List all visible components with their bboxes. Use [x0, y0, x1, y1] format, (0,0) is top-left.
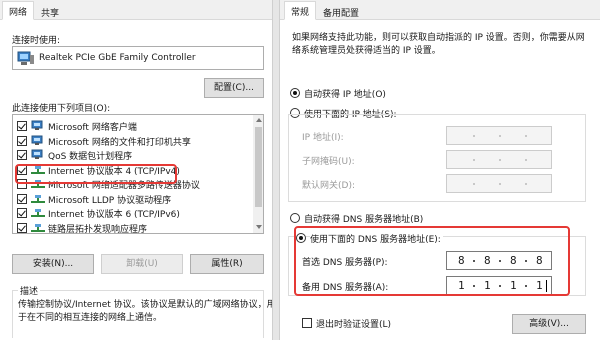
properties-button[interactable]: 属性(R)	[190, 254, 264, 274]
item-checkbox[interactable]	[17, 193, 27, 204]
left-tabstrip: 网络 共享	[0, 0, 272, 20]
ip-address-field	[446, 126, 552, 145]
item-label: Microsoft LLDP 协议驱动程序	[48, 195, 172, 206]
auto-dns-label[interactable]: 自动获得 DNS 服务器地址(B)	[304, 212, 423, 225]
item-label: 链路层拓扑发现响应程序	[48, 224, 148, 234]
file-printer-sharing-icon	[31, 135, 43, 145]
network-client-icon	[31, 120, 43, 130]
validate-on-exit-checkbox[interactable]	[302, 318, 312, 328]
scroll-up-arrow[interactable]	[256, 118, 262, 122]
intro-line-1: 如果网络支持此功能，则可以获取自动指派的 IP 设置。否则，你需要从网	[292, 33, 585, 43]
dns-highlight	[294, 226, 570, 296]
list-scrollbar[interactable]	[253, 115, 263, 233]
dialog-divider	[272, 0, 280, 340]
protocol-icon	[31, 209, 45, 217]
advanced-button[interactable]: 高级(V)...	[512, 314, 586, 334]
item-checkbox[interactable]	[17, 222, 27, 233]
subnet-mask-label: 子网掩码(U):	[302, 157, 355, 167]
tab-alternate-config[interactable]: 备用配置	[316, 2, 366, 20]
list-item[interactable]: 链路层拓扑发现响应程序	[13, 221, 251, 234]
adapter-properties-panel: 网络 共享 连接时使用: Realtek PCIe GbE Family Con…	[0, 0, 276, 340]
right-tabstrip: 常规 备用配置	[280, 0, 600, 20]
description-line-1: 传输控制协议/Internet 协议。该协议是默认的广域网络协议，用	[18, 300, 276, 310]
item-label: QoS 数据包计划程序	[48, 152, 133, 162]
ipv4-highlight	[15, 164, 177, 184]
qos-scheduler-icon	[31, 149, 43, 159]
connect-using-label: 连接时使用:	[12, 36, 61, 46]
protocol-icon	[31, 223, 45, 232]
install-button[interactable]: 安装(N)...	[12, 254, 94, 274]
scroll-down-arrow[interactable]	[256, 225, 262, 229]
adapter-box: Realtek PCIe GbE Family Controller	[12, 46, 264, 70]
default-gateway-label: 默认网关(D):	[302, 181, 355, 191]
ip-address-label: IP 地址(I):	[302, 133, 344, 143]
list-item[interactable]: Internet 协议版本 6 (TCP/IPv6)	[13, 206, 251, 220]
item-checkbox[interactable]	[17, 150, 27, 160]
tab-sharing[interactable]: 共享	[34, 2, 66, 20]
auto-ip-label[interactable]: 自动获得 IP 地址(O)	[304, 87, 386, 100]
list-item[interactable]: Microsoft 网络客户端	[13, 119, 251, 133]
list-item[interactable]: Microsoft LLDP 协议驱动程序	[13, 192, 251, 206]
tab-general[interactable]: 常规	[284, 1, 317, 20]
auto-dns-radio[interactable]	[290, 213, 300, 223]
description-line-2: 于在不同的相互连接的网络上通信。	[18, 313, 163, 323]
intro-line-2: 络系统管理员处获得适当的 IP 设置。	[292, 46, 441, 56]
ipv4-properties-panel: 常规 备用配置 如果网络支持此功能，则可以获取自动指派的 IP 设置。否则，你需…	[280, 0, 600, 340]
tab-network[interactable]: 网络	[2, 1, 35, 20]
item-label: Microsoft 网络的文件和打印机共享	[48, 137, 191, 148]
item-checkbox[interactable]	[17, 135, 27, 146]
items-label: 此连接使用下列项目(O):	[12, 104, 111, 114]
scroll-thumb[interactable]	[255, 127, 262, 207]
default-gateway-field	[446, 174, 552, 193]
item-checkbox[interactable]	[17, 121, 27, 131]
adapter-name: Realtek PCIe GbE Family Controller	[39, 53, 196, 63]
item-label: Internet 协议版本 6 (TCP/IPv6)	[48, 210, 180, 220]
list-item[interactable]: Microsoft 网络的文件和打印机共享	[13, 134, 251, 148]
subnet-mask-field	[446, 150, 552, 169]
configure-button[interactable]: 配置(C)...	[204, 78, 264, 98]
item-checkbox[interactable]	[17, 208, 27, 218]
item-label: Microsoft 网络客户端	[48, 123, 137, 133]
description-label: 描述	[18, 284, 41, 297]
list-item[interactable]: QoS 数据包计划程序	[13, 148, 251, 162]
network-adapter-icon	[17, 51, 34, 65]
auto-ip-radio[interactable]	[290, 88, 300, 98]
uninstall-button: 卸载(U)	[101, 254, 183, 274]
validate-on-exit-label[interactable]: 退出时验证设置(L)	[316, 317, 391, 330]
protocol-icon	[31, 194, 45, 203]
